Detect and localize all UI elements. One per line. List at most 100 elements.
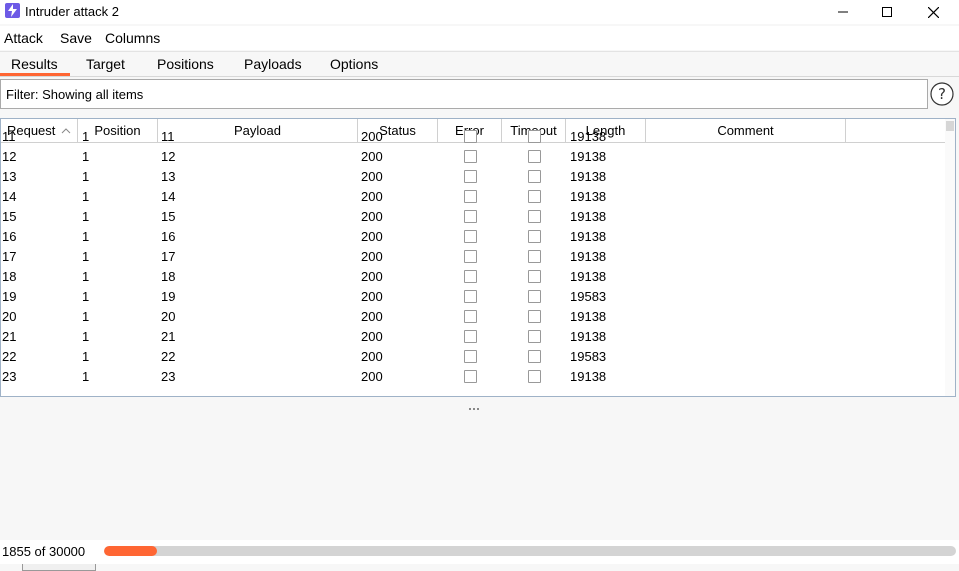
cell-length: 19138 bbox=[570, 249, 607, 264]
checkbox-timeout bbox=[528, 290, 541, 303]
cell-payload: 12 bbox=[161, 149, 176, 164]
window-title: Intruder attack 2 bbox=[25, 4, 119, 19]
scrollbar-thumb[interactable] bbox=[946, 121, 954, 131]
status-bar: 1855 of 30000 bbox=[0, 540, 959, 564]
table-row[interactable]: 21 1 21 200 19138 bbox=[1, 327, 945, 347]
cell-request: 20 bbox=[2, 309, 17, 324]
table-row[interactable]: 13 1 13 200 19138 bbox=[1, 167, 945, 187]
table-row[interactable]: 19 1 19 200 19583 bbox=[1, 287, 945, 307]
menu-save[interactable]: Save bbox=[60, 30, 92, 46]
cell-position: 1 bbox=[82, 129, 90, 144]
tab-bar: Results Target Positions Payloads Option… bbox=[0, 51, 959, 77]
app-lightning-icon bbox=[5, 3, 20, 18]
cell-length: 19138 bbox=[570, 309, 607, 324]
checkbox-timeout bbox=[528, 370, 541, 383]
checkbox-error bbox=[464, 170, 477, 183]
table-row[interactable]: 16 1 16 200 19138 bbox=[1, 227, 945, 247]
cell-length: 19138 bbox=[570, 189, 607, 204]
results-table: Request Position Payload Status Error Ti… bbox=[0, 118, 956, 397]
checkbox-error bbox=[464, 370, 477, 383]
cell-payload: 20 bbox=[161, 309, 176, 324]
cell-length: 19138 bbox=[570, 149, 607, 164]
intruder-window: Intruder attack 2 Attack Save Columns Re… bbox=[0, 0, 959, 571]
cell-status: 200 bbox=[361, 309, 383, 324]
menu-columns[interactable]: Columns bbox=[105, 30, 160, 46]
checkbox-error bbox=[464, 270, 477, 283]
checkbox-error bbox=[464, 310, 477, 323]
table-row[interactable]: 11 1 11 200 19138 bbox=[1, 127, 945, 147]
cell-payload: 22 bbox=[161, 349, 176, 364]
cell-request: 18 bbox=[2, 269, 17, 284]
tab-payloads[interactable]: Payloads bbox=[244, 56, 302, 72]
cell-payload: 13 bbox=[161, 169, 176, 184]
pane-splitter-handle[interactable] bbox=[469, 398, 483, 410]
active-tab-indicator bbox=[0, 73, 70, 76]
cell-request: 15 bbox=[2, 209, 17, 224]
cell-length: 19583 bbox=[570, 349, 607, 364]
tab-positions[interactable]: Positions bbox=[157, 56, 214, 72]
cell-payload: 21 bbox=[161, 329, 176, 344]
checkbox-timeout bbox=[528, 190, 541, 203]
table-row[interactable]: 22 1 22 200 19583 bbox=[1, 347, 945, 367]
tab-options[interactable]: Options bbox=[330, 56, 378, 72]
checkbox-error bbox=[464, 150, 477, 163]
checkbox-error bbox=[464, 210, 477, 223]
table-row[interactable]: 15 1 15 200 19138 bbox=[1, 207, 945, 227]
cell-position: 1 bbox=[82, 369, 90, 384]
cell-status: 200 bbox=[361, 149, 383, 164]
maximize-icon bbox=[882, 7, 892, 17]
tab-results[interactable]: Results bbox=[11, 56, 58, 72]
progress-bar-fill bbox=[104, 546, 157, 556]
cell-payload: 14 bbox=[161, 189, 176, 204]
cell-request: 12 bbox=[2, 149, 17, 164]
checkbox-timeout bbox=[528, 270, 541, 283]
checkbox-timeout bbox=[528, 230, 541, 243]
cell-position: 1 bbox=[82, 169, 90, 184]
checkbox-timeout bbox=[528, 210, 541, 223]
cell-request: 16 bbox=[2, 229, 17, 244]
close-button[interactable] bbox=[910, 0, 956, 24]
filter-label: Filter: Showing all items bbox=[6, 87, 144, 102]
checkbox-timeout bbox=[528, 130, 541, 143]
menu-bar: Attack Save Columns bbox=[0, 26, 959, 50]
table-row[interactable]: 23 1 23 200 19138 bbox=[1, 367, 945, 387]
checkbox-timeout bbox=[528, 310, 541, 323]
cell-status: 200 bbox=[361, 229, 383, 244]
table-row[interactable]: 14 1 14 200 19138 bbox=[1, 187, 945, 207]
checkbox-error bbox=[464, 330, 477, 343]
cell-length: 19138 bbox=[570, 269, 607, 284]
cell-length: 19583 bbox=[570, 289, 607, 304]
filter-bar[interactable]: Filter: Showing all items bbox=[0, 79, 928, 109]
cell-status: 200 bbox=[361, 369, 383, 384]
checkbox-error bbox=[464, 190, 477, 203]
table-row[interactable]: 18 1 18 200 19138 bbox=[1, 267, 945, 287]
checkbox-error bbox=[464, 350, 477, 363]
minimize-button[interactable] bbox=[820, 0, 866, 24]
cell-length: 19138 bbox=[570, 329, 607, 344]
cell-request: 17 bbox=[2, 249, 17, 264]
table-row[interactable]: 20 1 20 200 19138 bbox=[1, 307, 945, 327]
cell-length: 19138 bbox=[570, 229, 607, 244]
bottom-tab-fragment bbox=[22, 564, 96, 571]
menu-attack[interactable]: Attack bbox=[4, 30, 43, 46]
vertical-scrollbar[interactable] bbox=[945, 119, 955, 396]
cell-length: 19138 bbox=[570, 369, 607, 384]
cell-length: 19138 bbox=[570, 129, 607, 144]
progress-count: 1855 of 30000 bbox=[2, 544, 86, 559]
cell-status: 200 bbox=[361, 129, 383, 144]
table-row[interactable]: 17 1 17 200 19138 bbox=[1, 247, 945, 267]
cell-status: 200 bbox=[361, 169, 383, 184]
cell-position: 1 bbox=[82, 349, 90, 364]
help-icon[interactable]: ? bbox=[930, 82, 954, 106]
tab-target[interactable]: Target bbox=[86, 56, 125, 72]
cell-length: 19138 bbox=[570, 169, 607, 184]
cell-status: 200 bbox=[361, 249, 383, 264]
cell-payload: 23 bbox=[161, 369, 176, 384]
table-row[interactable]: 12 1 12 200 19138 bbox=[1, 147, 945, 167]
cell-request: 21 bbox=[2, 329, 17, 344]
progress-bar bbox=[104, 546, 956, 556]
maximize-button[interactable] bbox=[864, 0, 910, 24]
cell-request: 23 bbox=[2, 369, 17, 384]
cell-request: 11 bbox=[2, 129, 16, 144]
cell-request: 13 bbox=[2, 169, 17, 184]
